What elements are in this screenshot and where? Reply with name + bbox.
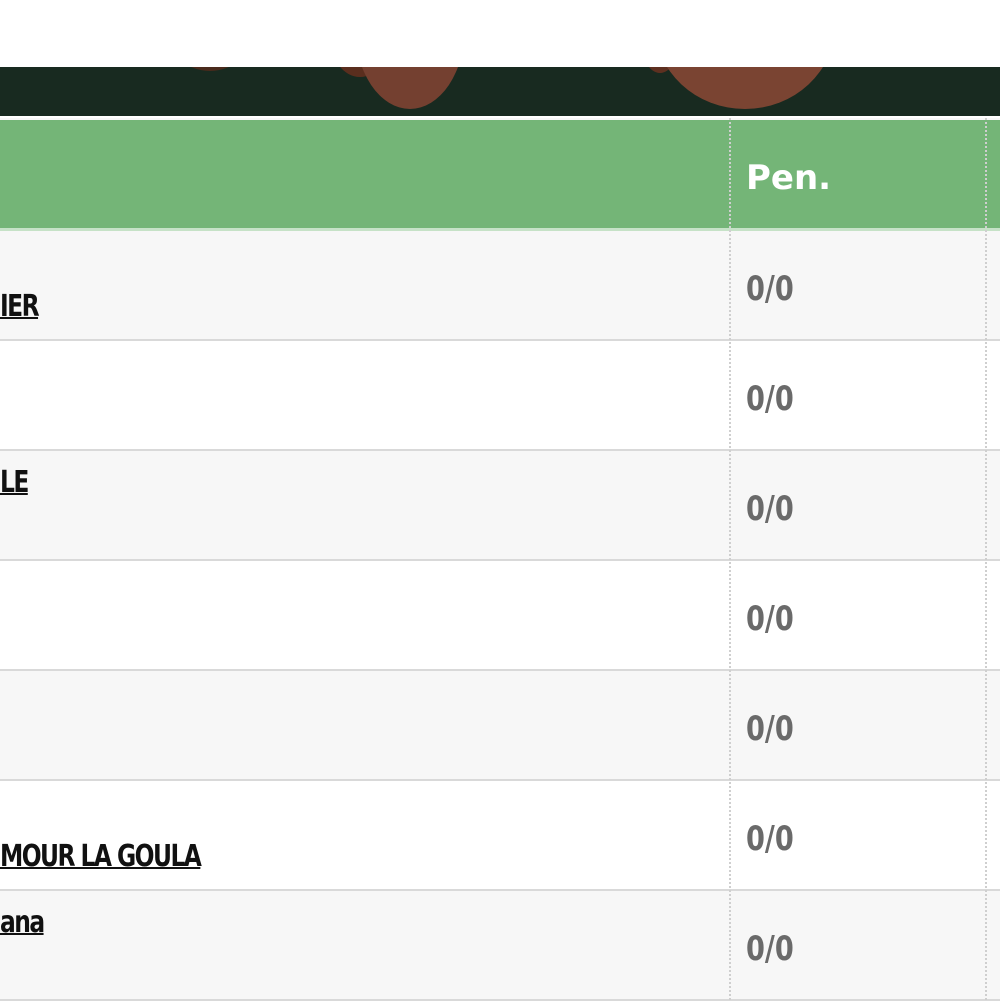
pen-value: 0/0 — [746, 599, 794, 639]
column-header-pen: Pen. — [746, 158, 832, 198]
horse-name-link[interactable]: MOUR LA GOULA — [0, 839, 202, 874]
table-row: 0/0 — [0, 561, 1000, 671]
table-header: Pen. — [0, 120, 1000, 233]
table-row: 0/0 — [0, 341, 1000, 451]
pen-value: 0/0 — [746, 819, 794, 859]
horse-name-link[interactable]: LE — [0, 465, 29, 500]
column-divider — [985, 118, 987, 1000]
horse-name-link[interactable]: IER — [0, 289, 40, 324]
table-row: 0/0 — [0, 671, 1000, 781]
results-table: Pen. IER 0/0 0/0 LE 0/0 0/0 0/0 MOUR LA … — [0, 118, 1000, 1001]
table-row: LE 0/0 — [0, 451, 1000, 561]
shoe-image — [165, 67, 255, 71]
banner-image — [0, 67, 1000, 116]
pen-value: 0/0 — [746, 709, 794, 749]
table-row: MOUR LA GOULA 0/0 — [0, 781, 1000, 891]
shoe-image — [655, 67, 835, 109]
pen-value: 0/0 — [746, 379, 794, 419]
table-row: IER 0/0 — [0, 231, 1000, 341]
column-divider — [729, 118, 731, 1000]
shoe-image — [355, 67, 465, 109]
pen-value: 0/0 — [746, 929, 794, 969]
horse-name-link[interactable]: ana — [0, 905, 45, 940]
pen-value: 0/0 — [746, 269, 794, 309]
table-row: ana 0/0 — [0, 891, 1000, 1001]
pen-value: 0/0 — [746, 489, 794, 529]
